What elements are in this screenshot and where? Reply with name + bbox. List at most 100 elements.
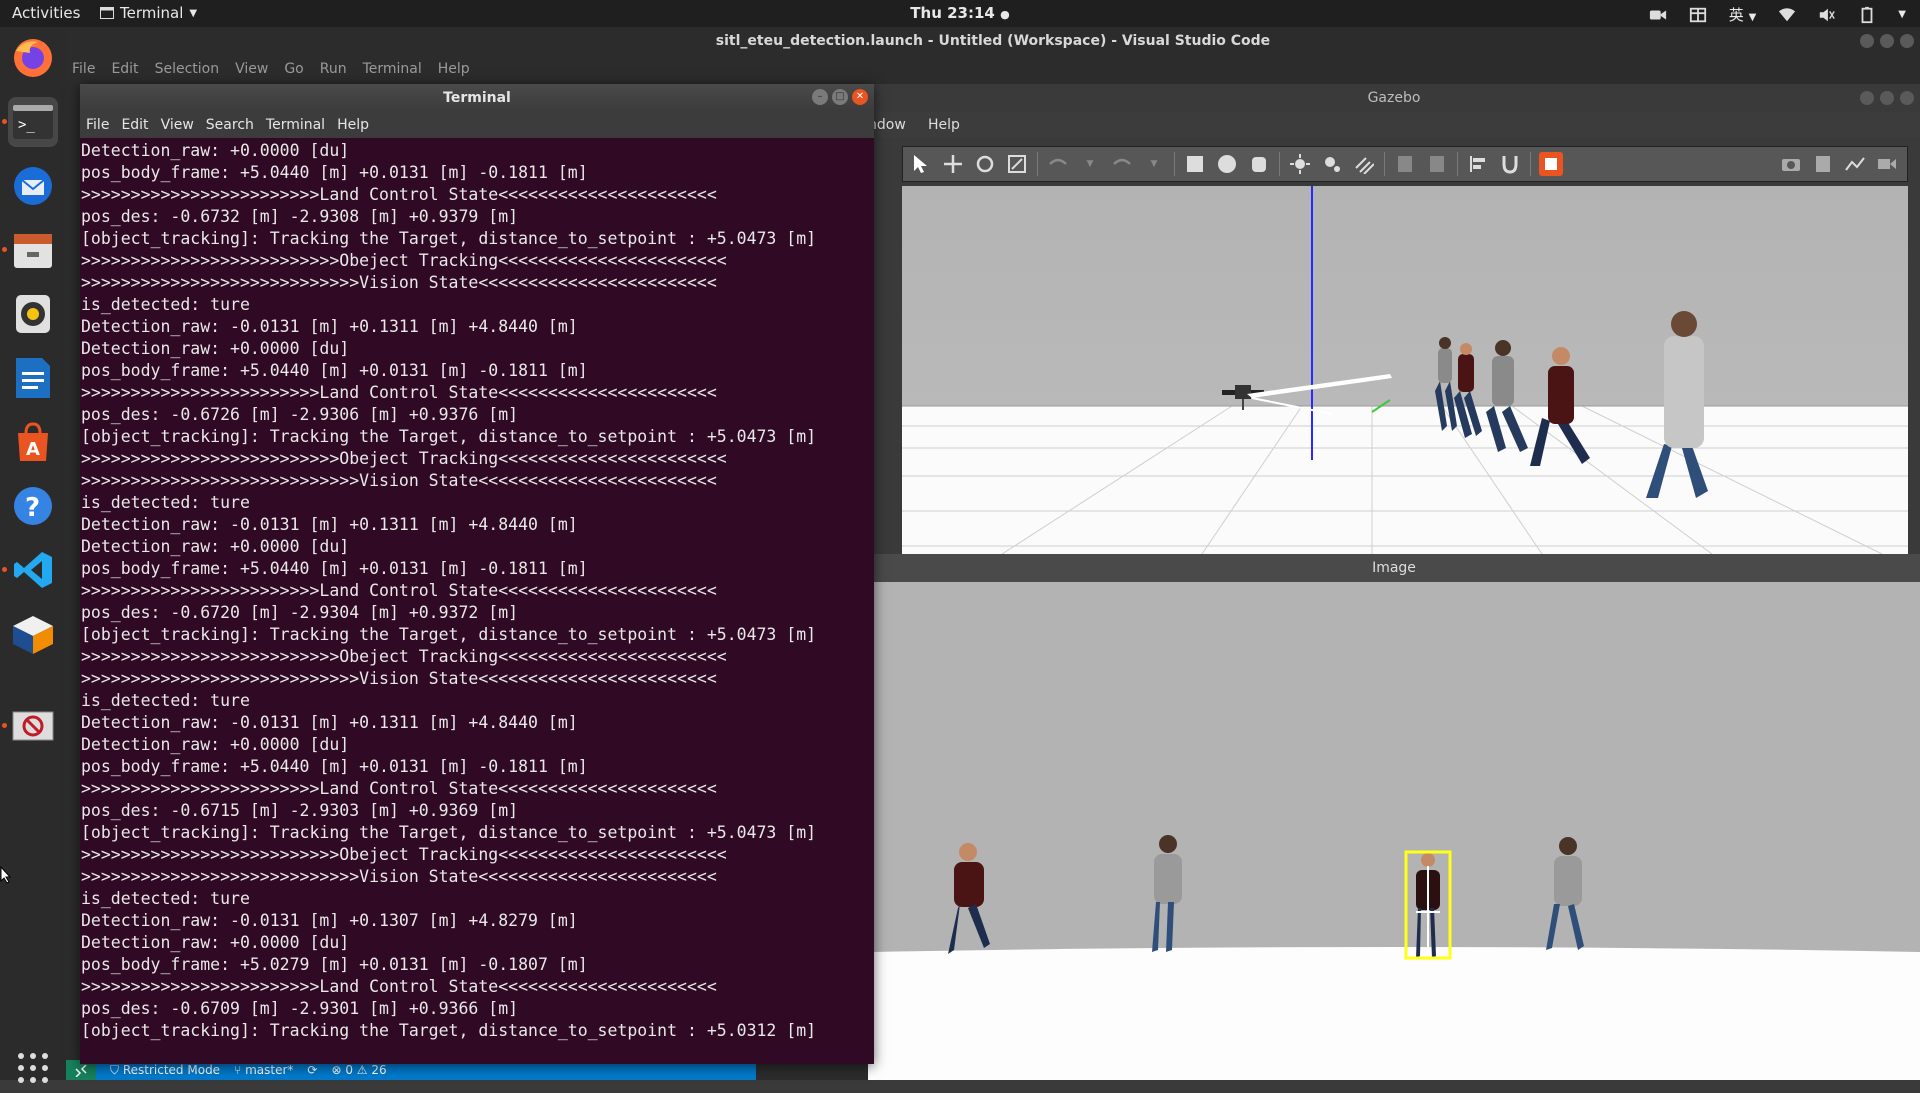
dock-rhythmbox[interactable] bbox=[8, 289, 58, 339]
vscode-minimize-button[interactable] bbox=[1860, 34, 1874, 48]
dock-vscode[interactable] bbox=[8, 545, 58, 595]
restricted-mode-label: Restricted Mode bbox=[122, 1063, 221, 1077]
terminal-output[interactable]: Detection_raw: +0.0000 [du] pos_body_fra… bbox=[80, 140, 874, 1064]
dock-virtualbox[interactable] bbox=[8, 609, 58, 659]
gazebo-3d-viewport[interactable] bbox=[902, 186, 1908, 554]
vscode-menu-terminal[interactable]: Terminal bbox=[363, 55, 422, 83]
terminal-menu-view[interactable]: View bbox=[161, 112, 194, 138]
vscode-menu-go[interactable]: Go bbox=[284, 55, 303, 83]
vscode-menu-selection[interactable]: Selection bbox=[155, 55, 220, 83]
terminal-menu-bar: File Edit View Search Terminal Help bbox=[80, 112, 874, 138]
terminal-menu-edit[interactable]: Edit bbox=[121, 112, 148, 138]
terminal-line: pos_body_frame: +5.0440 [m] +0.0131 [m] … bbox=[81, 361, 588, 380]
app-menu[interactable]: Terminal ▼ bbox=[100, 4, 197, 22]
vscode-menu-help[interactable]: Help bbox=[438, 55, 470, 83]
terminal-menu-terminal[interactable]: Terminal bbox=[266, 112, 325, 138]
dock-terminal[interactable]: >_ bbox=[8, 97, 58, 147]
redo-dropdown-icon[interactable]: ▼ bbox=[1142, 152, 1166, 176]
plot-icon[interactable] bbox=[1843, 152, 1867, 176]
rotate-mode-icon[interactable] bbox=[973, 152, 997, 176]
screenshot-icon[interactable] bbox=[1779, 152, 1803, 176]
terminal-line: >>>>>>>>>>>>>>>>>>>>>>>>>>Obeject Tracki… bbox=[81, 449, 727, 468]
vscode-title: sitl_eteu_detection.launch - Untitled (W… bbox=[715, 33, 1271, 49]
box-shape-icon[interactable] bbox=[1183, 152, 1207, 176]
system-menu-chevron-icon[interactable]: ▼ bbox=[1898, 9, 1906, 20]
directional-light-icon[interactable] bbox=[1352, 152, 1376, 176]
terminal-line: >>>>>>>>>>>>>>>>>>>>>>>>Land Control Sta… bbox=[81, 383, 717, 402]
terminal-line: pos_des: -0.6715 [m] -2.9303 [m] +0.9369… bbox=[81, 801, 519, 820]
virtualbox-icon bbox=[13, 616, 53, 654]
vscode-close-button[interactable] bbox=[1900, 34, 1914, 48]
dock-thunderbird[interactable] bbox=[8, 161, 58, 211]
video-record-icon[interactable] bbox=[1875, 152, 1899, 176]
dock-firefox[interactable] bbox=[8, 33, 58, 83]
terminal-line: Detection_raw: -0.0131 [m] +0.1307 [m] +… bbox=[81, 911, 578, 930]
top-bar: Activities Terminal ▼ Thu 23:14 ● 英 ▼ ▼ bbox=[0, 0, 1920, 27]
log-icon[interactable] bbox=[1811, 152, 1835, 176]
terminal-menu-search[interactable]: Search bbox=[206, 112, 254, 138]
terminal-line: >>>>>>>>>>>>>>>>>>>>>>>>>>Obeject Tracki… bbox=[81, 251, 727, 270]
terminal-close-button[interactable]: ✕ bbox=[852, 89, 868, 105]
cylinder-shape-icon[interactable] bbox=[1247, 152, 1271, 176]
keyboard-layout-icon[interactable] bbox=[1689, 6, 1707, 24]
dock-help[interactable]: ? bbox=[8, 481, 58, 531]
terminal-line: [object_tracking]: Tracking the Target, … bbox=[81, 1021, 817, 1040]
vscode-menu-view[interactable]: View bbox=[235, 55, 268, 83]
terminal-menu-help[interactable]: Help bbox=[337, 112, 369, 138]
dock-files[interactable] bbox=[8, 225, 58, 275]
dock-app[interactable] bbox=[8, 701, 58, 751]
notification-dot-icon: ● bbox=[1000, 8, 1010, 21]
gazebo-maximize-button[interactable] bbox=[1880, 91, 1894, 105]
help-icon: ? bbox=[14, 487, 52, 525]
paste-icon[interactable] bbox=[1425, 152, 1449, 176]
battery-icon[interactable] bbox=[1858, 6, 1876, 24]
undo-dropdown-icon[interactable]: ▼ bbox=[1078, 152, 1102, 176]
branch-label: master* bbox=[245, 1063, 294, 1077]
svg-text:A: A bbox=[26, 439, 40, 460]
gazebo-close-button[interactable] bbox=[1900, 91, 1914, 105]
terminal-menu-file[interactable]: File bbox=[86, 112, 109, 138]
undo-icon[interactable] bbox=[1046, 152, 1070, 176]
terminal-scrollbar[interactable] bbox=[868, 140, 874, 1064]
clock[interactable]: Thu 23:14 ● bbox=[0, 4, 1920, 22]
ubuntu-software-icon: A bbox=[18, 422, 48, 461]
sphere-shape-icon[interactable] bbox=[1215, 152, 1239, 176]
gazebo-title: Gazebo bbox=[1367, 90, 1421, 106]
terminal-window: Terminal – □ ✕ File Edit View Search Ter… bbox=[80, 84, 874, 1064]
mouse-pointer-icon bbox=[0, 866, 12, 884]
translate-mode-icon[interactable] bbox=[941, 152, 965, 176]
select-mode-icon[interactable] bbox=[909, 152, 933, 176]
terminal-line: [object_tracking]: Tracking the Target, … bbox=[81, 625, 817, 644]
terminal-maximize-button[interactable]: □ bbox=[832, 89, 848, 105]
dock-show-apps[interactable] bbox=[8, 1043, 58, 1093]
scale-mode-icon[interactable] bbox=[1005, 152, 1029, 176]
vscode-menu-edit[interactable]: Edit bbox=[111, 55, 138, 83]
wifi-icon[interactable] bbox=[1778, 6, 1796, 24]
align-icon[interactable] bbox=[1466, 152, 1490, 176]
terminal-icon: >_ bbox=[13, 105, 53, 139]
dock-ubuntu-software[interactable]: A bbox=[8, 417, 58, 467]
activities-button[interactable]: Activities bbox=[12, 4, 80, 22]
vscode-maximize-button[interactable] bbox=[1880, 34, 1894, 48]
terminal-line: pos_body_frame: +5.0440 [m] +0.0131 [m] … bbox=[81, 559, 588, 578]
vscode-menu-run[interactable]: Run bbox=[320, 55, 347, 83]
app-menu-label: Terminal bbox=[120, 4, 184, 22]
redo-icon[interactable] bbox=[1110, 152, 1134, 176]
remote-icon bbox=[75, 1063, 87, 1078]
point-light-icon[interactable] bbox=[1288, 152, 1312, 176]
gazebo-minimize-button[interactable] bbox=[1860, 91, 1874, 105]
dock-libreoffice-writer[interactable] bbox=[8, 353, 58, 403]
spot-light-icon[interactable] bbox=[1320, 152, 1344, 176]
gazebo-menu-help[interactable]: Help bbox=[928, 112, 960, 138]
screen-record-icon[interactable] bbox=[1649, 6, 1667, 24]
terminal-line: >>>>>>>>>>>>>>>>>>>>>>>>Land Control Sta… bbox=[81, 185, 717, 204]
snap-icon[interactable] bbox=[1498, 152, 1522, 176]
input-method-indicator[interactable]: 英 ▼ bbox=[1729, 4, 1757, 25]
vscode-menu-file[interactable]: File bbox=[72, 55, 95, 83]
terminal-minimize-button[interactable]: – bbox=[812, 89, 828, 105]
terminal-line: Detection_raw: -0.0131 [m] +0.1311 [m] +… bbox=[81, 713, 578, 732]
copy-icon[interactable] bbox=[1393, 152, 1417, 176]
view-angle-icon[interactable] bbox=[1539, 152, 1563, 176]
clock-label: Thu 23:14 bbox=[910, 4, 995, 22]
volume-icon[interactable] bbox=[1818, 6, 1836, 24]
